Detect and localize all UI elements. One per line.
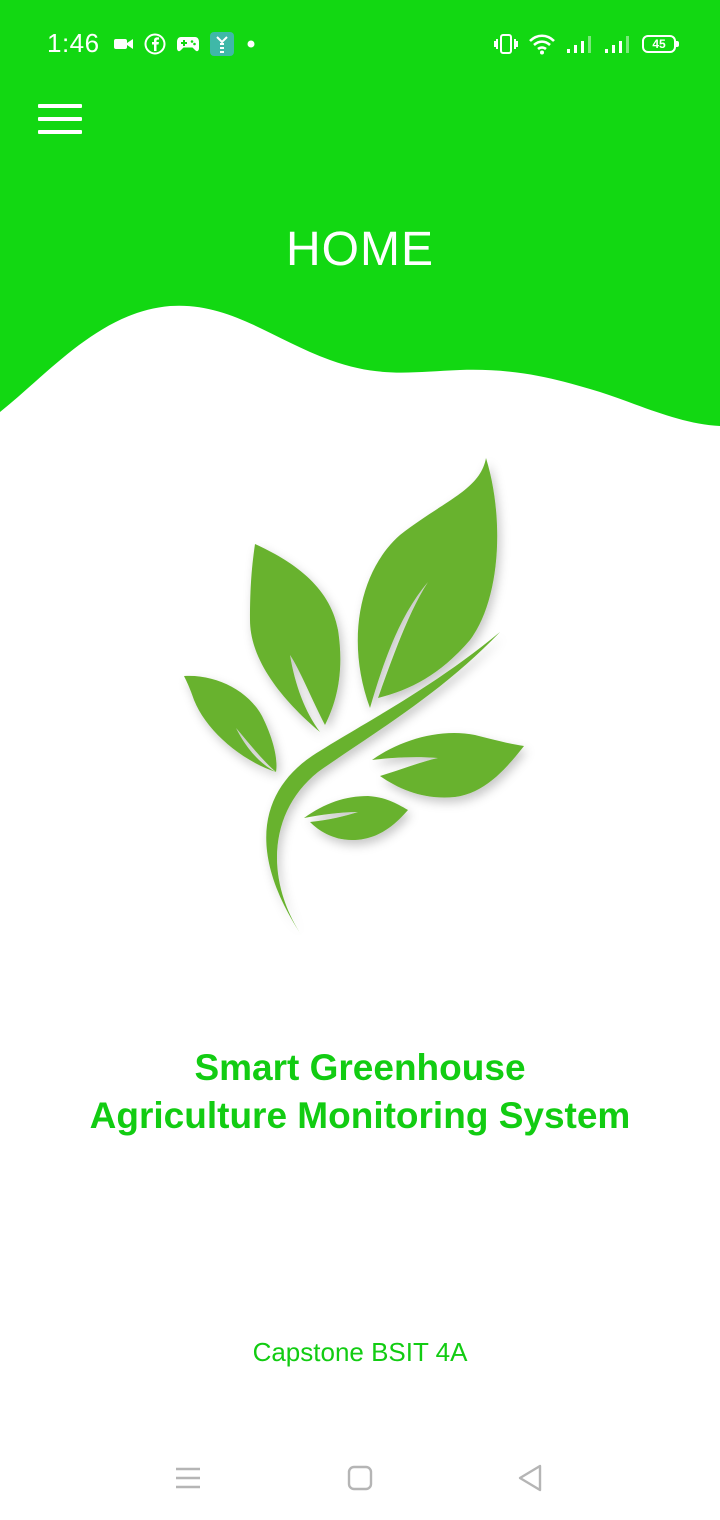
status-notification-icons <box>114 30 258 58</box>
status-system-icons: 45 <box>494 30 679 58</box>
recents-menu-icon[interactable] <box>166 1458 210 1498</box>
hamburger-menu-icon[interactable] <box>36 100 86 140</box>
app-notification-icon <box>210 32 234 56</box>
status-time: 1:46 <box>47 28 100 58</box>
home-square-icon[interactable] <box>338 1458 382 1498</box>
status-bar: 1:46 45 <box>0 0 720 88</box>
plant-leaves-logo-icon <box>184 458 524 936</box>
wifi-icon <box>528 33 556 55</box>
battery-icon: 45 <box>642 35 679 53</box>
system-nav-bar <box>0 1440 720 1520</box>
facebook-icon <box>144 33 166 55</box>
vibrate-icon <box>494 33 518 55</box>
app-title-line2: Agriculture Monitoring System <box>89 1095 631 1136</box>
signal-icon <box>604 34 632 54</box>
app-title-line1: Smart Greenhouse <box>194 1047 526 1088</box>
home-screen: 1:46 45 HOME Smart Greenhouse Agricultur… <box>0 0 720 1520</box>
dot-icon <box>244 37 258 51</box>
app-title: Smart Greenhouse Agriculture Monitoring … <box>0 1044 720 1140</box>
battery-level: 45 <box>652 37 666 51</box>
gamepad-icon <box>176 35 200 53</box>
video-camera-icon <box>114 37 134 51</box>
credit-text: Capstone BSIT 4A <box>252 1337 468 1367</box>
page-title: HOME <box>286 223 434 276</box>
signal-icon <box>566 34 594 54</box>
back-triangle-icon[interactable] <box>508 1458 552 1498</box>
